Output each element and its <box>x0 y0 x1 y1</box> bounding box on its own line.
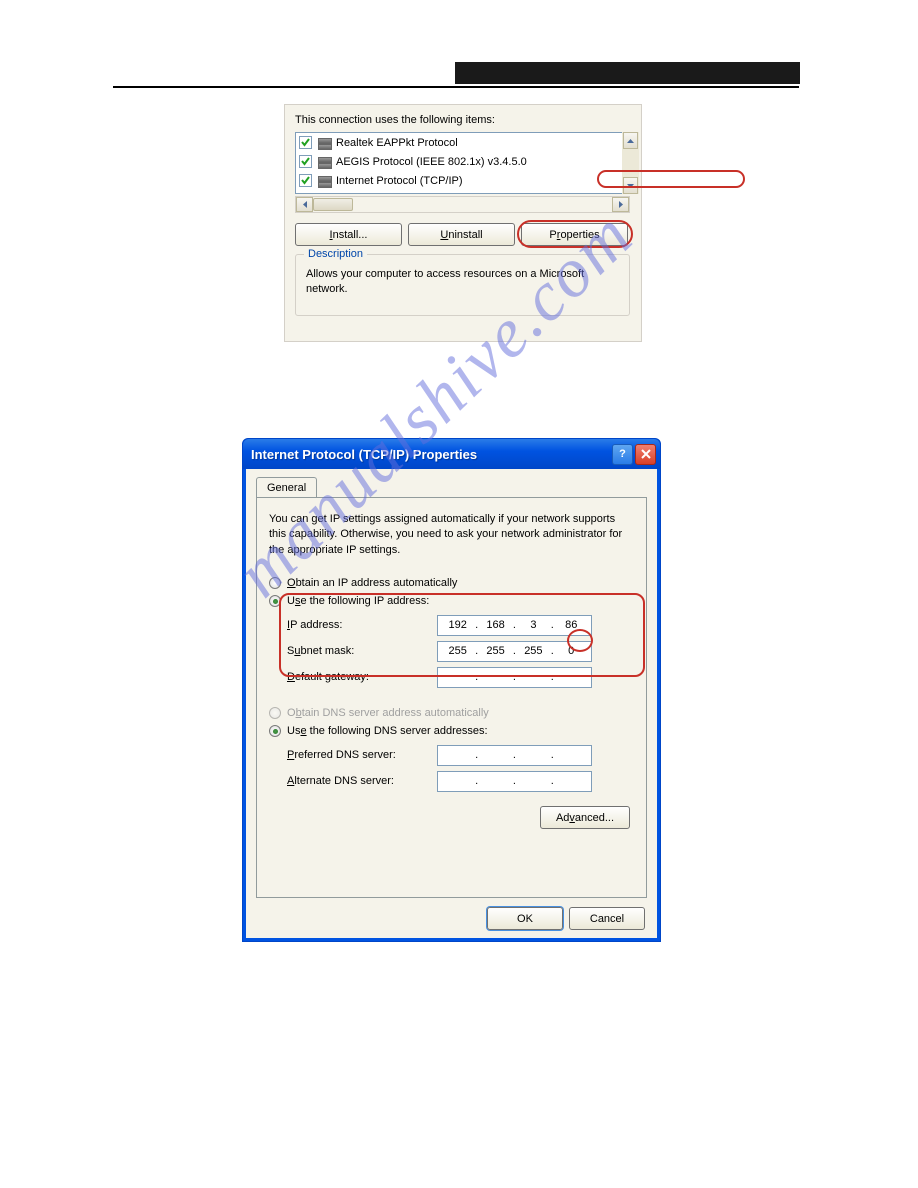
item-label: Internet Protocol (TCP/IP) <box>336 175 463 187</box>
uninstall-button[interactable]: Uninstall <box>408 223 515 246</box>
list-item[interactable]: Internet Protocol (TCP/IP) <box>296 171 629 190</box>
close-button[interactable] <box>635 444 656 465</box>
pref-dns-input[interactable]: ... <box>437 745 592 766</box>
scrollbar-thumb[interactable] <box>313 198 353 211</box>
info-text: You can get IP settings assigned automat… <box>269 512 634 558</box>
alt-dns-label: Alternate DNS server: <box>287 775 437 787</box>
scroll-left-icon[interactable] <box>296 197 313 212</box>
subnet-mask-label: Subnet mask: <box>287 645 437 657</box>
ip-address-label: IP address: <box>287 619 437 631</box>
connection-items-panel: This connection uses the following items… <box>284 104 642 342</box>
protocol-icon <box>316 174 332 187</box>
radio-use-ip[interactable]: Use the following IP address: <box>269 592 634 610</box>
radio-icon <box>269 707 281 719</box>
panel1-label: This connection uses the following items… <box>295 114 495 126</box>
help-button[interactable]: ? <box>612 444 633 465</box>
window-title: Internet Protocol (TCP/IP) Properties <box>251 447 610 462</box>
radio-obtain-ip[interactable]: Obtain an IP address automatically <box>269 574 634 592</box>
scroll-up-icon[interactable] <box>623 132 638 149</box>
properties-button[interactable]: Properties <box>521 223 628 246</box>
header-black-bar <box>455 62 800 84</box>
scroll-right-icon[interactable] <box>612 197 629 212</box>
item-label: AEGIS Protocol (IEEE 802.1x) v3.4.5.0 <box>336 156 527 168</box>
scroll-down-icon[interactable] <box>623 177 638 194</box>
description-text: Allows your computer to access resources… <box>296 255 629 310</box>
tcpip-properties-window: Internet Protocol (TCP/IP) Properties ? … <box>242 438 661 942</box>
item-label: Realtek EAPPkt Protocol <box>336 137 458 149</box>
tab-page-general: You can get IP settings assigned automat… <box>256 497 647 898</box>
gateway-input[interactable]: . . . <box>437 667 592 688</box>
ip-address-input[interactable]: 192. 168. 3. 86 <box>437 615 592 636</box>
ok-button[interactable]: OK <box>487 907 563 930</box>
horizontal-scrollbar[interactable] <box>295 196 630 213</box>
radio-icon <box>269 595 281 607</box>
radio-use-dns[interactable]: Use the following DNS server addresses: <box>269 722 634 740</box>
checkbox-icon[interactable] <box>299 136 312 149</box>
cancel-button[interactable]: Cancel <box>569 907 645 930</box>
subnet-mask-input[interactable]: 255. 255. 255. 0 <box>437 641 592 662</box>
checkbox-icon[interactable] <box>299 174 312 187</box>
list-item[interactable]: AEGIS Protocol (IEEE 802.1x) v3.4.5.0 <box>296 152 629 171</box>
radio-obtain-dns: Obtain DNS server address automatically <box>269 704 634 722</box>
description-legend: Description <box>304 248 367 260</box>
description-group: Description Allows your computer to acce… <box>295 254 630 316</box>
window-titlebar[interactable]: Internet Protocol (TCP/IP) Properties ? <box>243 439 660 469</box>
protocol-icon <box>316 136 332 149</box>
items-listbox[interactable]: Realtek EAPPkt Protocol AEGIS Protocol (… <box>295 132 630 194</box>
radio-icon <box>269 725 281 737</box>
install-button[interactable]: Install... <box>295 223 402 246</box>
checkbox-icon[interactable] <box>299 155 312 168</box>
pref-dns-label: Preferred DNS server: <box>287 749 437 761</box>
protocol-icon <box>316 155 332 168</box>
list-item[interactable]: Realtek EAPPkt Protocol <box>296 133 629 152</box>
header-rule <box>113 86 799 88</box>
gateway-label: Default gateway: <box>287 671 437 683</box>
vertical-scrollbar[interactable] <box>622 132 639 194</box>
close-icon <box>640 448 652 460</box>
radio-icon <box>269 577 281 589</box>
alt-dns-input[interactable]: ... <box>437 771 592 792</box>
tab-general[interactable]: General <box>256 477 317 497</box>
advanced-button[interactable]: Advanced... <box>540 806 630 829</box>
